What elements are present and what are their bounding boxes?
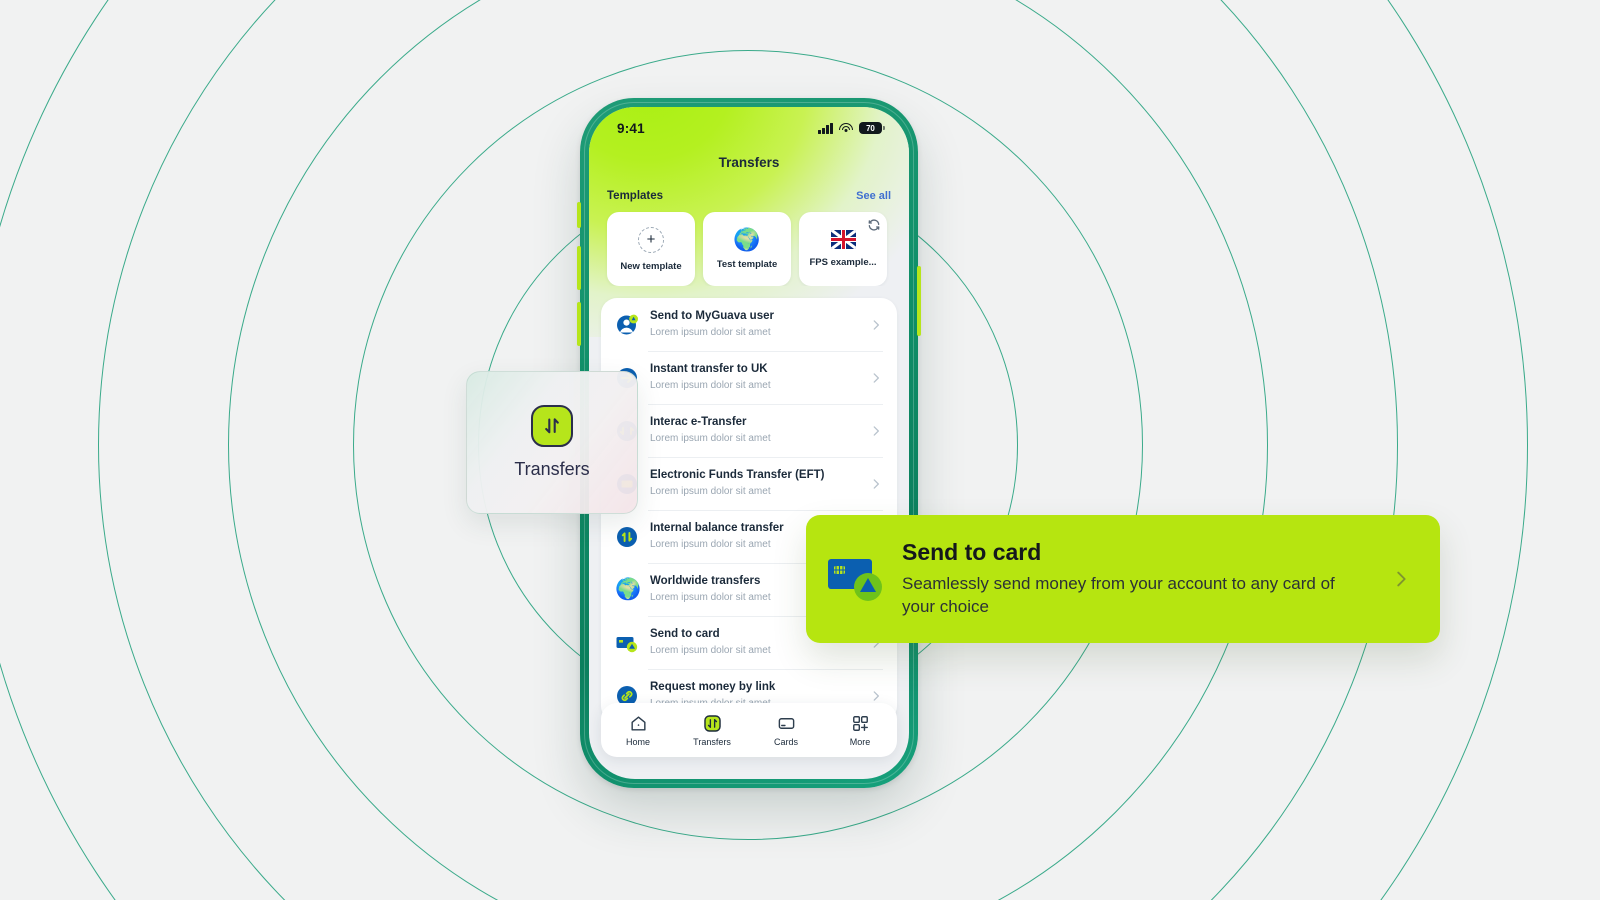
list-item-text: Send to MyGuava user Lorem ipsum dolor s… — [650, 309, 858, 340]
list-item-text: Electronic Funds Transfer (EFT) Lorem ip… — [650, 468, 858, 499]
page-title: Transfers — [718, 155, 780, 170]
tab-home[interactable]: Home — [607, 713, 669, 747]
home-icon — [629, 713, 648, 733]
globe-icon: 🌍 — [733, 226, 761, 252]
arrows-circle-icon — [615, 525, 639, 549]
list-item-subtitle: Lorem ipsum dolor sit amet — [650, 326, 771, 338]
user-avatar-icon — [615, 313, 639, 337]
callout-title: Send to card — [902, 538, 1042, 565]
tab-label: Home — [625, 737, 650, 747]
battery-cap — [883, 125, 885, 131]
templates-row[interactable]: + New template 🌍 Test template FPS examp… — [589, 202, 909, 286]
chevron-right-icon — [873, 425, 879, 436]
mute-switch[interactable] — [577, 202, 581, 228]
bottom-tab-bar: Home Transfers Cards More — [601, 703, 897, 757]
tab-label: Cards — [773, 737, 798, 747]
list-item-text: Interac e-Transfer Lorem ipsum dolor sit… — [650, 415, 858, 446]
list-item-subtitle: Lorem ipsum dolor sit amet — [650, 485, 771, 497]
list-item-title: Send to MyGuava user — [650, 310, 774, 322]
chevron-right-icon — [873, 690, 879, 701]
transfers-icon — [531, 405, 573, 447]
battery-icon: 70 — [858, 121, 885, 135]
template-card-fps[interactable]: FPS example... — [799, 212, 887, 286]
list-item-title: Electronic Funds Transfer (EFT) — [650, 469, 825, 482]
templates-header: Templates See all — [589, 170, 909, 202]
list-item[interactable]: Electronic Funds Transfer (EFT) Lorem ip… — [601, 457, 897, 510]
list-item-title: Request money by link — [650, 681, 776, 694]
cellular-signal-icon — [818, 122, 833, 134]
send-to-card-icon — [828, 553, 890, 605]
volume-down-button[interactable] — [577, 302, 581, 346]
templates-label: Templates — [607, 190, 664, 202]
template-card-new[interactable]: + New template — [607, 212, 695, 286]
chevron-right-icon — [873, 372, 879, 383]
send-to-card-icon — [615, 631, 639, 655]
chevron-right-icon[interactable] — [1390, 568, 1412, 590]
template-label: FPS example... — [809, 257, 877, 268]
status-indicators: 70 — [818, 121, 885, 135]
list-item[interactable]: Instant transfer to UK Lorem ipsum dolor… — [601, 351, 897, 404]
list-item-title: Interac e-Transfer — [650, 416, 747, 429]
callout-subtitle: Seamlessly send money from your account … — [902, 574, 1335, 617]
see-all-link[interactable]: See all — [856, 190, 891, 202]
transfers-feature-card[interactable]: Transfers — [466, 371, 638, 514]
uk-flag-icon — [830, 230, 856, 249]
callout-text: Send to card Seamlessly send money from … — [902, 539, 1390, 619]
list-item-subtitle: Lorem ipsum dolor sit amet — [650, 644, 771, 656]
card-icon — [777, 713, 796, 733]
chevron-right-icon — [873, 319, 879, 330]
grid-plus-icon — [851, 713, 870, 733]
list-item-text: Instant transfer to UK Lorem ipsum dolor… — [650, 362, 858, 393]
tab-label: Transfers — [693, 737, 731, 747]
wifi-icon — [838, 122, 853, 134]
tab-label: More — [849, 737, 871, 747]
tab-more[interactable]: More — [829, 713, 891, 747]
list-item-title: Instant transfer to UK — [650, 363, 768, 376]
tab-transfers[interactable]: Transfers — [681, 713, 743, 747]
plus-icon: + — [638, 226, 664, 253]
power-button[interactable] — [917, 266, 921, 336]
template-label: Test template — [716, 258, 778, 270]
status-bar: 9:41 70 — [589, 107, 909, 141]
transfers-card-label: Transfers — [514, 459, 590, 479]
chevron-right-icon — [873, 478, 879, 489]
transfer-list: Send to MyGuava user Lorem ipsum dolor s… — [601, 298, 897, 723]
list-item-subtitle: Lorem ipsum dolor sit amet — [650, 379, 771, 391]
list-item-subtitle: Lorem ipsum dolor sit amet — [650, 432, 771, 444]
template-label: New template — [620, 260, 682, 272]
canvas: 9:41 70 Transfers Templates See all + Ne… — [0, 0, 1600, 900]
tab-cards[interactable]: Cards — [755, 713, 817, 747]
globe-icon: 🌍 — [615, 577, 642, 601]
send-to-card-callout[interactable]: Send to card Seamlessly send money from … — [806, 515, 1440, 643]
list-item[interactable]: Interac e-Transfer Lorem ipsum dolor sit… — [601, 404, 897, 457]
template-card-test[interactable]: 🌍 Test template — [703, 212, 791, 286]
refresh-icon[interactable] — [867, 218, 881, 232]
transfers-icon — [703, 713, 722, 733]
volume-up-button[interactable] — [577, 246, 581, 290]
status-time: 9:41 — [617, 120, 645, 136]
battery-level: 70 — [858, 121, 882, 135]
list-item[interactable]: Send to MyGuava user Lorem ipsum dolor s… — [601, 298, 897, 351]
